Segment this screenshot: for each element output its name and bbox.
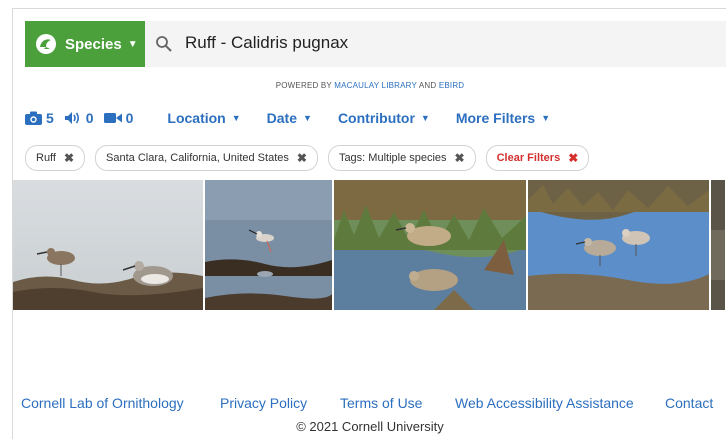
powered-by-and: AND [418, 81, 437, 90]
photo-thumbnail[interactable] [528, 180, 709, 310]
video-count: 0 [125, 110, 134, 126]
video-icon [103, 113, 122, 123]
close-icon[interactable]: ✖ [64, 151, 74, 165]
speaker-icon [64, 112, 79, 124]
ebird-logo-icon [35, 33, 57, 55]
photo-grid [13, 180, 726, 310]
location-filter[interactable]: Location ▼ [167, 110, 240, 126]
audio-count: 0 [85, 110, 94, 126]
footer-link-contact[interactable]: Contact [665, 395, 713, 411]
chip-label: Santa Clara, California, United States [106, 152, 289, 164]
chevron-down-icon: ▼ [420, 113, 430, 123]
close-icon[interactable]: ✖ [297, 151, 307, 165]
chip-label: Ruff [36, 152, 56, 164]
more-filters-label: More Filters [455, 110, 536, 126]
footer-link-terms[interactable]: Terms of Use [340, 395, 422, 411]
clear-filters-button[interactable]: Clear Filters ✖ [485, 145, 590, 171]
macaulay-library-link[interactable]: MACAULAY LIBRARY [334, 81, 417, 90]
chevron-down-icon: ▼ [231, 113, 241, 123]
footer-links: Cornell Lab of Ornithology Privacy Polic… [13, 395, 726, 415]
search-input[interactable] [185, 33, 705, 53]
filter-bar: 5 0 0 Location ▼ Date ▼ Contributor ▼ Mo… [25, 107, 715, 129]
date-filter[interactable]: Date ▼ [267, 110, 312, 126]
filter-chip-species[interactable]: Ruff ✖ [25, 145, 86, 171]
location-filter-label: Location [167, 110, 226, 126]
species-button-label: Species [65, 35, 122, 53]
photo-count: 5 [46, 110, 54, 126]
chevron-down-icon: ▼ [541, 113, 551, 123]
photo-thumbnail[interactable] [205, 180, 332, 310]
footer-link-cornell-lab[interactable]: Cornell Lab of Ornithology [21, 395, 184, 411]
clear-filters-label: Clear Filters [496, 152, 561, 164]
ebird-link[interactable]: EBIRD [439, 81, 464, 90]
photo-thumbnail[interactable] [13, 180, 203, 310]
audio-count-button[interactable]: 0 [64, 110, 94, 126]
chevron-down-icon: ▼ [303, 113, 312, 123]
chevron-down-icon: ▼ [127, 38, 138, 50]
contributor-filter[interactable]: Contributor ▼ [338, 110, 430, 126]
close-icon[interactable]: ✖ [455, 151, 465, 165]
filter-chip-location[interactable]: Santa Clara, California, United States ✖ [95, 145, 318, 171]
photo-thumbnail[interactable] [711, 180, 725, 310]
video-count-button[interactable]: 0 [103, 110, 134, 126]
search-bar: Species ▼ [25, 21, 726, 67]
powered-by-prefix: POWERED BY [275, 81, 332, 90]
photo-count-button[interactable]: 5 [25, 110, 54, 126]
copyright: © 2021 Cornell University [296, 419, 444, 434]
more-filters[interactable]: More Filters ▼ [456, 110, 550, 126]
contributor-filter-label: Contributor [337, 110, 415, 126]
footer-link-accessibility[interactable]: Web Accessibility Assistance [455, 395, 634, 411]
camera-icon [25, 111, 42, 125]
powered-by: POWERED BY MACAULAY LIBRARY AND EBIRD [13, 81, 726, 90]
photo-thumbnail[interactable] [334, 180, 526, 310]
close-icon: ✖ [568, 151, 579, 165]
chip-label: Tags: Multiple species [338, 152, 447, 164]
app-frame: Species ▼ POWERED BY MACAULAY LIBRARY AN… [12, 8, 726, 439]
footer-link-privacy[interactable]: Privacy Policy [220, 395, 307, 411]
filter-chip-tags[interactable]: Tags: Multiple species ✖ [327, 145, 476, 171]
search-icon [155, 35, 173, 53]
species-button[interactable]: Species ▼ [25, 21, 145, 67]
date-filter-label: Date [266, 110, 298, 126]
active-filters: Ruff ✖ Santa Clara, California, United S… [25, 145, 590, 171]
